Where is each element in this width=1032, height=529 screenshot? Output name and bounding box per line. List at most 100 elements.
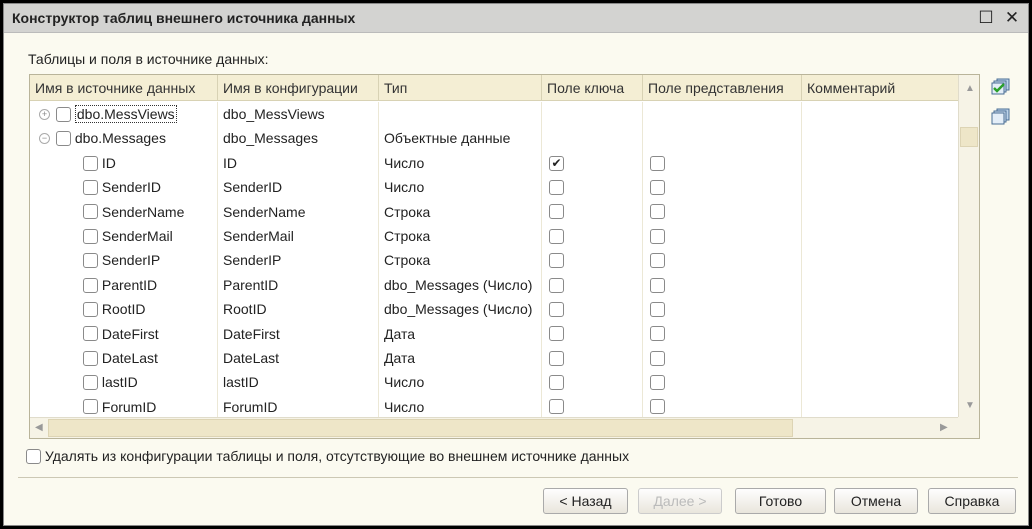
include-checkbox[interactable] — [56, 131, 71, 147]
include-checkbox[interactable] — [83, 399, 98, 415]
comment-cell[interactable] — [802, 175, 959, 200]
column-header-source-name[interactable]: Имя в источнике данных — [30, 75, 218, 101]
key-field-checkbox[interactable] — [549, 399, 564, 415]
maximize-icon[interactable]: ☐ — [976, 8, 996, 28]
repr-field-cell[interactable] — [643, 175, 802, 200]
type-cell[interactable]: Строка — [379, 223, 542, 249]
source-name-cell[interactable]: DateLast — [30, 345, 218, 371]
include-checkbox[interactable] — [56, 106, 71, 122]
type-cell[interactable] — [379, 102, 542, 127]
table-row[interactable]: lastID lastID Число — [30, 370, 959, 395]
comment-cell[interactable] — [802, 223, 959, 249]
type-cell[interactable]: Число — [379, 150, 542, 176]
include-checkbox[interactable] — [83, 326, 98, 342]
source-name-cell[interactable]: ForumID — [30, 394, 218, 420]
key-field-cell[interactable]: ✔ — [542, 150, 643, 176]
close-icon[interactable]: ✕ — [1002, 8, 1022, 28]
key-field-cell[interactable] — [542, 345, 643, 371]
column-header-repr-field[interactable]: Поле представления — [643, 75, 802, 101]
include-checkbox[interactable] — [83, 204, 98, 220]
comment-cell[interactable] — [802, 199, 959, 224]
repr-field-checkbox[interactable] — [650, 228, 665, 244]
config-name-cell[interactable]: RootID — [218, 297, 379, 322]
type-cell[interactable]: Строка — [379, 199, 542, 224]
key-field-checkbox[interactable] — [549, 277, 564, 293]
source-name-cell[interactable]: ID — [30, 150, 218, 176]
source-name-cell[interactable]: SenderID — [30, 175, 218, 200]
config-name-cell[interactable]: dbo_Messages — [218, 126, 379, 151]
key-field-cell[interactable] — [542, 394, 643, 420]
table-row[interactable]: − dbo.Messages dbo_Messages Объектные данн… — [30, 126, 959, 151]
source-name-cell[interactable]: − dbo.Messages — [30, 126, 218, 151]
key-field-checkbox[interactable] — [549, 301, 564, 317]
source-name-cell[interactable]: SenderMail — [30, 223, 218, 249]
source-name-cell[interactable]: RootID — [30, 297, 218, 322]
column-header-comment[interactable]: Комментарий — [802, 75, 959, 101]
repr-field-checkbox[interactable] — [650, 253, 665, 269]
repr-field-cell[interactable] — [643, 150, 802, 176]
repr-field-checkbox[interactable] — [650, 155, 665, 171]
config-name-cell[interactable]: DateLast — [218, 345, 379, 371]
comment-cell[interactable] — [802, 345, 959, 371]
source-name-cell[interactable]: + dbo.MessViews — [30, 102, 218, 127]
comment-cell[interactable] — [802, 150, 959, 176]
type-cell[interactable]: Число — [379, 394, 542, 420]
repr-field-cell[interactable] — [643, 272, 802, 298]
table-row[interactable]: SenderIP SenderIP Строка — [30, 248, 959, 273]
key-field-checkbox[interactable]: ✔ — [549, 155, 564, 171]
scroll-down-icon[interactable]: ▼ — [965, 400, 975, 411]
column-header-key-field[interactable]: Поле ключа — [542, 75, 643, 101]
include-checkbox[interactable] — [83, 155, 98, 171]
table-row[interactable]: RootID RootID dbo_Messages (Число) — [30, 297, 959, 322]
repr-field-cell[interactable] — [643, 223, 802, 249]
horizontal-scrollbar[interactable]: ◀ ▶ — [30, 417, 959, 438]
expand-icon[interactable]: + — [39, 108, 50, 120]
horizontal-scroll-thumb[interactable] — [48, 419, 793, 437]
repr-field-checkbox[interactable] — [650, 301, 665, 317]
back-button[interactable]: < Назад — [543, 488, 628, 514]
check-all-icon[interactable] — [991, 78, 1011, 96]
key-field-cell[interactable] — [542, 321, 643, 346]
comment-cell[interactable] — [802, 297, 959, 322]
table-row[interactable]: ForumID ForumID Число — [30, 394, 959, 420]
repr-field-checkbox[interactable] — [650, 277, 665, 293]
done-button[interactable]: Готово — [735, 488, 826, 514]
repr-field-checkbox[interactable] — [650, 350, 665, 366]
config-name-cell[interactable]: ParentID — [218, 272, 379, 298]
key-field-cell[interactable] — [542, 199, 643, 224]
table-row[interactable]: SenderName SenderName Строка — [30, 199, 959, 224]
scroll-right-icon[interactable]: ▶ — [940, 422, 948, 433]
type-cell[interactable]: Строка — [379, 248, 542, 273]
repr-field-cell[interactable] — [643, 248, 802, 273]
type-cell[interactable]: Объектные данные — [379, 126, 542, 151]
include-checkbox[interactable] — [83, 375, 98, 391]
include-checkbox[interactable] — [83, 179, 98, 195]
repr-field-cell[interactable] — [643, 394, 802, 420]
repr-field-checkbox[interactable] — [650, 399, 665, 415]
vertical-scroll-thumb[interactable] — [960, 127, 978, 147]
next-button[interactable]: Далее > — [638, 488, 722, 514]
key-field-cell[interactable] — [542, 297, 643, 322]
comment-cell[interactable] — [802, 370, 959, 395]
source-name-cell[interactable]: DateFirst — [30, 321, 218, 346]
comment-cell[interactable] — [802, 248, 959, 273]
repr-field-cell[interactable] — [643, 345, 802, 371]
key-field-cell[interactable] — [542, 175, 643, 200]
column-header-type[interactable]: Тип — [379, 75, 542, 101]
table-row[interactable]: DateLast DateLast Дата — [30, 345, 959, 371]
key-field-checkbox[interactable] — [549, 228, 564, 244]
include-checkbox[interactable] — [83, 253, 98, 269]
uncheck-all-icon[interactable] — [991, 108, 1011, 126]
config-name-cell[interactable]: lastID — [218, 370, 379, 395]
type-cell[interactable]: Дата — [379, 321, 542, 346]
repr-field-cell[interactable] — [643, 199, 802, 224]
cancel-button[interactable]: Отмена — [834, 488, 918, 514]
comment-cell[interactable] — [802, 394, 959, 420]
key-field-checkbox[interactable] — [549, 253, 564, 269]
config-name-cell[interactable]: SenderMail — [218, 223, 379, 249]
comment-cell[interactable] — [802, 102, 959, 127]
config-name-cell[interactable]: SenderIP — [218, 248, 379, 273]
key-field-cell[interactable] — [542, 370, 643, 395]
delete-missing-option[interactable]: Удалять из конфигурации таблицы и поля, … — [26, 448, 629, 465]
key-field-checkbox[interactable] — [549, 204, 564, 220]
